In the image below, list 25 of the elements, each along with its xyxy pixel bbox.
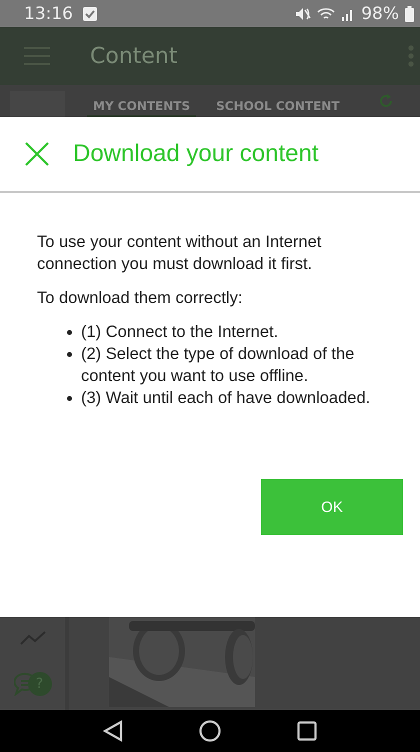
back-icon[interactable] <box>103 720 123 742</box>
bullet-icon <box>67 396 72 401</box>
help-badge[interactable]: ? <box>28 672 52 696</box>
home-icon[interactable] <box>199 720 221 742</box>
chart-icon <box>20 630 46 645</box>
step-text: (2) Select the type of download of the content you want to use offline. <box>81 344 356 387</box>
ok-button[interactable]: OK <box>261 479 403 535</box>
notification-icon <box>83 6 97 20</box>
mute-icon <box>295 6 312 20</box>
refresh-icon[interactable] <box>378 93 394 109</box>
step-text: (1) Connect to the Internet. <box>81 322 278 343</box>
tab[interactable]: SCHOOL CONTENT <box>210 99 346 117</box>
intro-text: To use your content without an Internet connection you must download it first. <box>37 232 322 275</box>
bullet-icon <box>67 330 72 335</box>
step-text: (3) Wait until each of have downloaded. <box>81 388 370 409</box>
battery-icon <box>405 6 414 22</box>
close-icon[interactable] <box>25 142 49 166</box>
recents-icon[interactable] <box>297 721 317 741</box>
app-title: Content <box>90 44 178 68</box>
dialog-title: Download your content <box>73 140 318 168</box>
battery-level: 98% <box>361 4 399 24</box>
wifi-icon <box>317 6 336 20</box>
instructions-heading: To download them correctly: <box>37 288 244 309</box>
bullet-icon <box>67 352 72 357</box>
status-time: 13:16 <box>24 4 73 24</box>
